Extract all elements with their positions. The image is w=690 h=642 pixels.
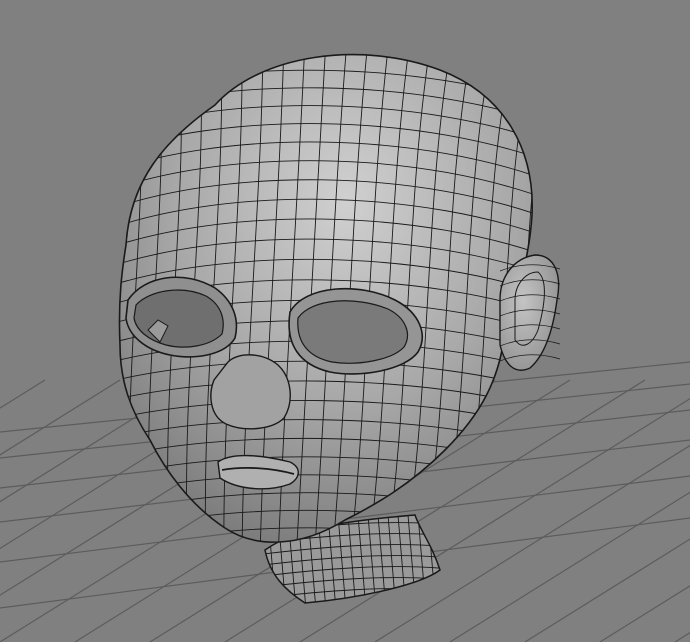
grid-line (674, 631, 690, 642)
mouth-mesh (217, 454, 299, 490)
grid-line (599, 585, 690, 642)
grid-line (449, 491, 690, 642)
ear-mesh (499, 254, 561, 371)
3d-viewport[interactable] (0, 0, 690, 642)
mesh-edge (72, 40, 83, 560)
mesh-edge (437, 515, 440, 603)
mesh-edge (91, 40, 102, 560)
viewport-canvas[interactable] (0, 0, 690, 642)
